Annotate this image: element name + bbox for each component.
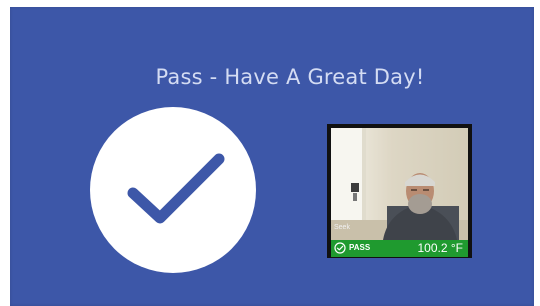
thermal-camera-panel: Seek PASS 100.2 °F (327, 124, 472, 258)
screening-status-bar: PASS 100.2 °F (331, 240, 468, 257)
check-icon (127, 153, 225, 224)
camera-brand-label: Seek (334, 224, 350, 231)
result-message: Pass - Have A Great Day! (155, 65, 425, 89)
temperature-reading: 100.2 °F (417, 241, 464, 255)
wall-device-icon (351, 183, 359, 192)
camera-feed-image (331, 128, 468, 240)
pass-check-icon (334, 242, 346, 254)
screening-status-label: PASS (349, 243, 371, 252)
camera-feed: Seek (331, 128, 468, 240)
kiosk-screen: Pass - Have A Great Day! Seek PASS 100.2… (10, 7, 534, 306)
pass-result-badge (90, 107, 256, 273)
